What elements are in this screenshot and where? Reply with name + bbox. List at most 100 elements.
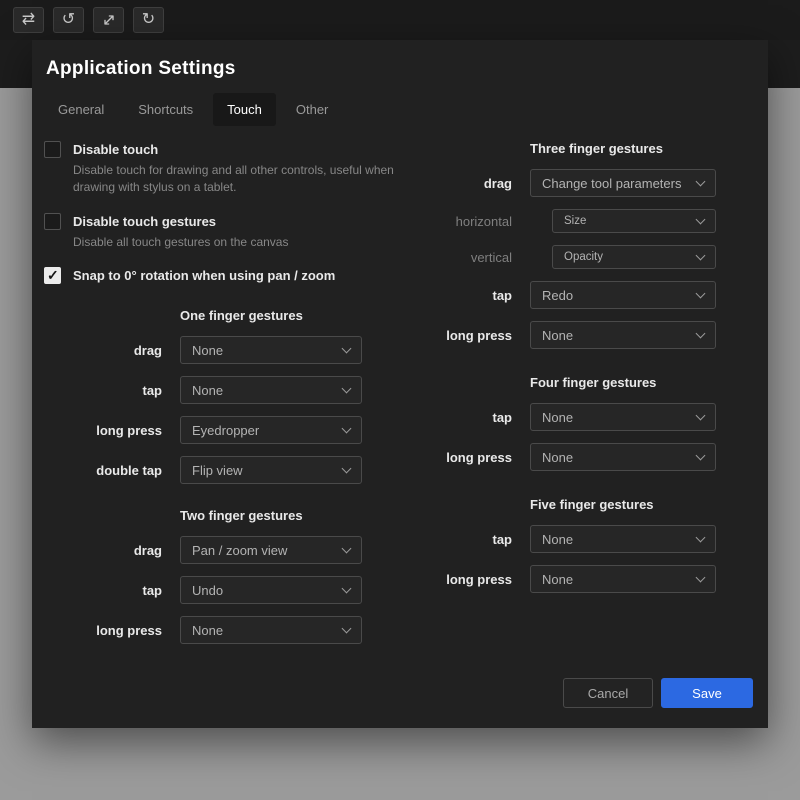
chevron-down-icon (696, 328, 706, 338)
row-label: tap (44, 383, 162, 398)
group-title: Four finger gestures (530, 375, 716, 390)
five-finger-tap-dropdown[interactable]: None (530, 525, 716, 553)
five-finger-gestures-group: Five finger gestures tap None long press… (424, 497, 716, 593)
two-finger-drag-dropdown[interactable]: Pan / zoom view (180, 536, 362, 564)
chevron-down-icon (696, 450, 706, 460)
two-finger-tap-dropdown[interactable]: Undo (180, 576, 362, 604)
option-label: Snap to 0° rotation when using pan / zoo… (73, 268, 335, 283)
option-disable-touch: Disable touch Disable touch for drawing … (44, 141, 416, 197)
undo-button[interactable]: ↺ (53, 7, 84, 33)
chevron-down-icon (696, 572, 706, 582)
chevron-down-icon (342, 423, 352, 433)
row-label: vertical (424, 250, 512, 265)
row-label: horizontal (424, 214, 512, 229)
three-finger-drag-dropdown[interactable]: Change tool parameters (530, 169, 716, 197)
expand-diagonal-icon (101, 12, 117, 28)
five-finger-long-press-dropdown[interactable]: None (530, 565, 716, 593)
one-finger-drag-dropdown[interactable]: None (180, 336, 362, 364)
dropdown-value: None (542, 328, 697, 343)
two-finger-gestures-group: Two finger gestures drag Pan / zoom view… (44, 508, 416, 644)
chevron-down-icon (696, 532, 706, 542)
save-button[interactable]: Save (661, 678, 753, 708)
dropdown-value: None (192, 623, 343, 638)
dropdown-value: None (542, 572, 697, 587)
three-finger-long-press-dropdown[interactable]: None (530, 321, 716, 349)
disable-touch-gestures-checkbox[interactable] (44, 213, 61, 230)
dropdown-value: None (542, 450, 697, 465)
checkbox-row[interactable]: Disable touch (44, 141, 416, 158)
row-label: long press (424, 328, 512, 343)
row-label: double tap (44, 463, 162, 478)
dropdown-value: None (542, 410, 697, 425)
tab-general[interactable]: General (44, 93, 118, 126)
tab-bar: General Shortcuts Touch Other (44, 93, 756, 126)
tab-shortcuts[interactable]: Shortcuts (124, 93, 207, 126)
chevron-down-icon (696, 214, 706, 224)
four-finger-tap-dropdown[interactable]: None (530, 403, 716, 431)
snap-rotation-checkbox[interactable] (44, 267, 61, 284)
redo-button[interactable]: ↻ (133, 7, 164, 33)
chevron-down-icon (342, 463, 352, 473)
checkbox-row[interactable]: Snap to 0° rotation when using pan / zoo… (44, 267, 416, 284)
one-finger-long-press-dropdown[interactable]: Eyedropper (180, 416, 362, 444)
option-label: Disable touch (73, 142, 158, 157)
dropdown-value: Redo (542, 288, 697, 303)
three-finger-vertical-dropdown[interactable]: Opacity (552, 245, 716, 269)
row-label: long press (424, 450, 512, 465)
row-label: tap (424, 288, 512, 303)
chevron-down-icon (342, 383, 352, 393)
option-description: Disable all touch gestures on the canvas (73, 234, 405, 251)
group-title: Five finger gestures (530, 497, 716, 512)
group-title: One finger gestures (180, 308, 362, 323)
four-finger-gestures-group: Four finger gestures tap None long press… (424, 375, 716, 471)
page-title: Application Settings (44, 58, 756, 80)
dropdown-value: None (192, 383, 343, 398)
option-label: Disable touch gestures (73, 214, 216, 229)
checkbox-row[interactable]: Disable touch gestures (44, 213, 416, 230)
disable-touch-checkbox[interactable] (44, 141, 61, 158)
one-finger-tap-dropdown[interactable]: None (180, 376, 362, 404)
row-label: drag (44, 343, 162, 358)
chevron-down-icon (342, 343, 352, 353)
group-title: Three finger gestures (530, 141, 716, 156)
dropdown-value: Pan / zoom view (192, 543, 343, 558)
dropdown-value: Change tool parameters (542, 176, 697, 191)
row-label: drag (424, 176, 512, 191)
tab-touch[interactable]: Touch (213, 93, 276, 126)
one-finger-double-tap-dropdown[interactable]: Flip view (180, 456, 362, 484)
chevron-down-icon (696, 250, 706, 260)
chevron-down-icon (342, 583, 352, 593)
right-column: Three finger gestures drag Change tool p… (424, 141, 716, 644)
touch-settings-panel: Disable touch Disable touch for drawing … (44, 141, 756, 644)
three-finger-tap-dropdown[interactable]: Redo (530, 281, 716, 309)
chevron-down-icon (696, 410, 706, 420)
cancel-button[interactable]: Cancel (563, 678, 653, 708)
one-finger-gestures-group: One finger gestures drag None tap None l… (44, 308, 416, 484)
settings-dialog: Application Settings General Shortcuts T… (32, 40, 768, 728)
left-column: Disable touch Disable touch for drawing … (44, 141, 416, 644)
row-label: tap (44, 583, 162, 598)
four-finger-long-press-dropdown[interactable]: None (530, 443, 716, 471)
dropdown-value: None (192, 343, 343, 358)
undo-icon: ↺ (62, 12, 75, 28)
three-finger-horizontal-dropdown[interactable]: Size (552, 209, 716, 233)
redo-icon: ↻ (142, 12, 155, 28)
option-description: Disable touch for drawing and all other … (73, 162, 405, 197)
dropdown-value: Eyedropper (192, 423, 343, 438)
dropdown-value: Undo (192, 583, 343, 598)
two-finger-long-press-dropdown[interactable]: None (180, 616, 362, 644)
dialog-footer: Cancel Save (563, 678, 753, 708)
swap-tool-button[interactable]: ⇄ (13, 7, 44, 33)
row-label: long press (44, 423, 162, 438)
expand-view-button[interactable] (93, 7, 124, 33)
swap-horizontal-icon: ⇄ (22, 12, 35, 28)
dropdown-value: Flip view (192, 463, 343, 478)
chevron-down-icon (342, 623, 352, 633)
row-label: tap (424, 532, 512, 547)
chevron-down-icon (342, 543, 352, 553)
row-label: long press (424, 572, 512, 587)
chevron-down-icon (696, 176, 706, 186)
dropdown-value: Size (564, 215, 697, 227)
tab-other[interactable]: Other (282, 93, 343, 126)
dropdown-value: Opacity (564, 251, 697, 263)
